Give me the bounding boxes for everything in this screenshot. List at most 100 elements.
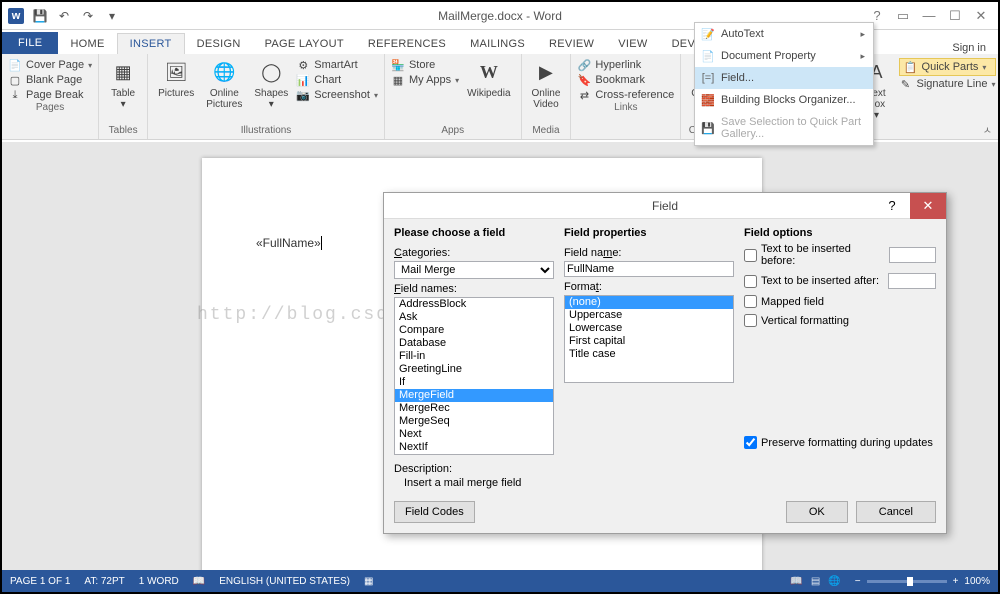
status-words[interactable]: 1 WORD [139, 576, 179, 587]
categories-label: Categories: [394, 247, 554, 259]
menu-autotext[interactable]: 📝AutoText▸ [695, 23, 873, 45]
hyperlink-button[interactable]: 🔗Hyperlink [577, 58, 674, 72]
fieldname-item[interactable]: If [395, 376, 553, 389]
opt-mapped[interactable]: Mapped field [744, 295, 936, 308]
undo-icon[interactable]: ↶ [56, 8, 72, 24]
fieldname-item[interactable]: Compare [395, 324, 553, 337]
field-codes-button[interactable]: Field Codes [394, 501, 475, 523]
opt-before-check[interactable] [744, 249, 757, 262]
fieldname-item[interactable]: Next [395, 428, 553, 441]
tab-insert[interactable]: INSERT [117, 33, 185, 54]
choose-field-label: Please choose a field [394, 227, 554, 239]
opt-preserve-check[interactable] [744, 436, 757, 449]
wikipedia-button[interactable]: WWikipedia [463, 56, 514, 101]
ribbon-display-icon[interactable]: ▭ [896, 8, 910, 24]
status-macro-icon[interactable]: ▦ [364, 576, 373, 587]
fieldnames-listbox[interactable]: AddressBlockAskCompareDatabaseFill-inGre… [394, 297, 554, 455]
fieldname-item[interactable]: MergeRec [395, 402, 553, 415]
opt-after[interactable]: Text to be inserted after: [744, 273, 936, 289]
chart-button[interactable]: 📊Chart [296, 73, 378, 87]
tab-page-layout[interactable]: PAGE LAYOUT [253, 34, 356, 54]
zoom-control: − + 100% [855, 576, 990, 587]
crossref-button[interactable]: ⇄Cross-reference [577, 88, 674, 102]
online-pictures-button[interactable]: 🌐Online Pictures [202, 56, 246, 112]
opt-preserve[interactable]: Preserve formatting during updates [744, 436, 936, 449]
menu-document-property[interactable]: 📄Document Property▸ [695, 45, 873, 67]
tab-home[interactable]: HOME [58, 34, 116, 54]
view-buttons: 📖 ▤ 🌐 [790, 576, 840, 587]
signin-link[interactable]: Sign in [952, 42, 998, 54]
opt-after-input[interactable] [888, 273, 936, 289]
dialog-close-icon[interactable]: ✕ [910, 193, 946, 219]
fieldname-item[interactable]: Fill-in [395, 350, 553, 363]
zoom-slider[interactable] [867, 580, 947, 583]
fieldname-item[interactable]: MergeField [395, 389, 553, 402]
tab-view[interactable]: VIEW [606, 34, 659, 54]
cover-page-button[interactable]: 📄Cover Page [8, 58, 92, 72]
opt-before[interactable]: Text to be inserted before: [744, 243, 936, 267]
store-button[interactable]: 🏪Store [391, 58, 459, 72]
qat-customize-icon[interactable]: ▾ [104, 8, 120, 24]
menu-building-blocks[interactable]: 🧱Building Blocks Organizer... [695, 89, 873, 111]
shapes-button[interactable]: ◯Shapes▾ [250, 56, 292, 112]
dialog-help-icon[interactable]: ? [874, 193, 910, 219]
fieldname-item[interactable]: Set [395, 454, 553, 455]
zoom-in-icon[interactable]: + [953, 576, 959, 587]
minimize-icon[interactable]: — [922, 8, 936, 24]
fieldname-item[interactable]: Database [395, 337, 553, 350]
format-item[interactable]: Title case [565, 348, 733, 361]
fieldname-item[interactable]: GreetingLine [395, 363, 553, 376]
opt-mapped-check[interactable] [744, 295, 757, 308]
view-read-icon[interactable]: 📖 [790, 576, 802, 587]
opt-after-check[interactable] [744, 275, 757, 288]
cancel-button[interactable]: Cancel [856, 501, 936, 523]
fieldname-input[interactable] [564, 261, 734, 277]
opt-before-input[interactable] [889, 247, 936, 263]
signature-line-button[interactable]: ✎Signature Line [899, 77, 996, 91]
format-item[interactable]: Lowercase [565, 322, 733, 335]
zoom-value[interactable]: 100% [964, 576, 990, 587]
categories-select[interactable]: Mail Merge [394, 261, 554, 279]
status-proofing-icon[interactable]: 📖 [193, 576, 205, 587]
screenshot-button[interactable]: 📷Screenshot [296, 88, 378, 102]
fieldname-item[interactable]: NextIf [395, 441, 553, 454]
format-item[interactable]: (none) [565, 296, 733, 309]
bookmark-button[interactable]: 🔖Bookmark [577, 73, 674, 87]
tab-mailings[interactable]: MAILINGS [458, 34, 537, 54]
opt-vertical[interactable]: Vertical formatting [744, 314, 936, 327]
format-item[interactable]: First capital [565, 335, 733, 348]
view-print-icon[interactable]: ▤ [811, 576, 820, 587]
tab-review[interactable]: REVIEW [537, 34, 606, 54]
group-media: ▶Online Video Media [522, 54, 572, 139]
fieldname-item[interactable]: MergeSeq [395, 415, 553, 428]
redo-icon[interactable]: ↷ [80, 8, 96, 24]
ok-button[interactable]: OK [786, 501, 848, 523]
page-break-button[interactable]: ⤓Page Break [8, 88, 92, 102]
collapse-ribbon-icon[interactable]: ㅅ [983, 122, 992, 137]
fieldname-item[interactable]: AddressBlock [395, 298, 553, 311]
tab-references[interactable]: REFERENCES [356, 34, 458, 54]
view-web-icon[interactable]: 🌐 [828, 576, 840, 587]
status-language[interactable]: ENGLISH (UNITED STATES) [219, 576, 350, 587]
maximize-icon[interactable]: ☐ [948, 8, 962, 24]
table-button[interactable]: ▦Table▾ [105, 56, 141, 112]
fieldname-item[interactable]: Ask [395, 311, 553, 324]
status-at[interactable]: AT: 72PT [84, 576, 124, 587]
myapps-button[interactable]: ▦My Apps [391, 73, 459, 87]
blank-page-button[interactable]: ▢Blank Page [8, 73, 92, 87]
dialog-titlebar[interactable]: Field ? ✕ [384, 193, 946, 219]
opt-vertical-check[interactable] [744, 314, 757, 327]
quick-parts-button[interactable]: 📋Quick Parts [899, 58, 996, 76]
pictures-button[interactable]: 🖼Pictures [154, 56, 198, 101]
tab-design[interactable]: DESIGN [185, 34, 253, 54]
tab-file[interactable]: FILE [2, 32, 58, 54]
close-icon[interactable]: ✕ [974, 8, 988, 24]
save-icon[interactable]: 💾 [32, 8, 48, 24]
menu-field[interactable]: [=]Field... [695, 67, 873, 89]
smartart-button[interactable]: ⚙SmartArt [296, 58, 378, 72]
zoom-out-icon[interactable]: − [855, 576, 861, 587]
online-video-button[interactable]: ▶Online Video [528, 56, 565, 112]
format-item[interactable]: Uppercase [565, 309, 733, 322]
status-page[interactable]: PAGE 1 OF 1 [10, 576, 70, 587]
format-listbox[interactable]: (none)UppercaseLowercaseFirst capitalTit… [564, 295, 734, 383]
